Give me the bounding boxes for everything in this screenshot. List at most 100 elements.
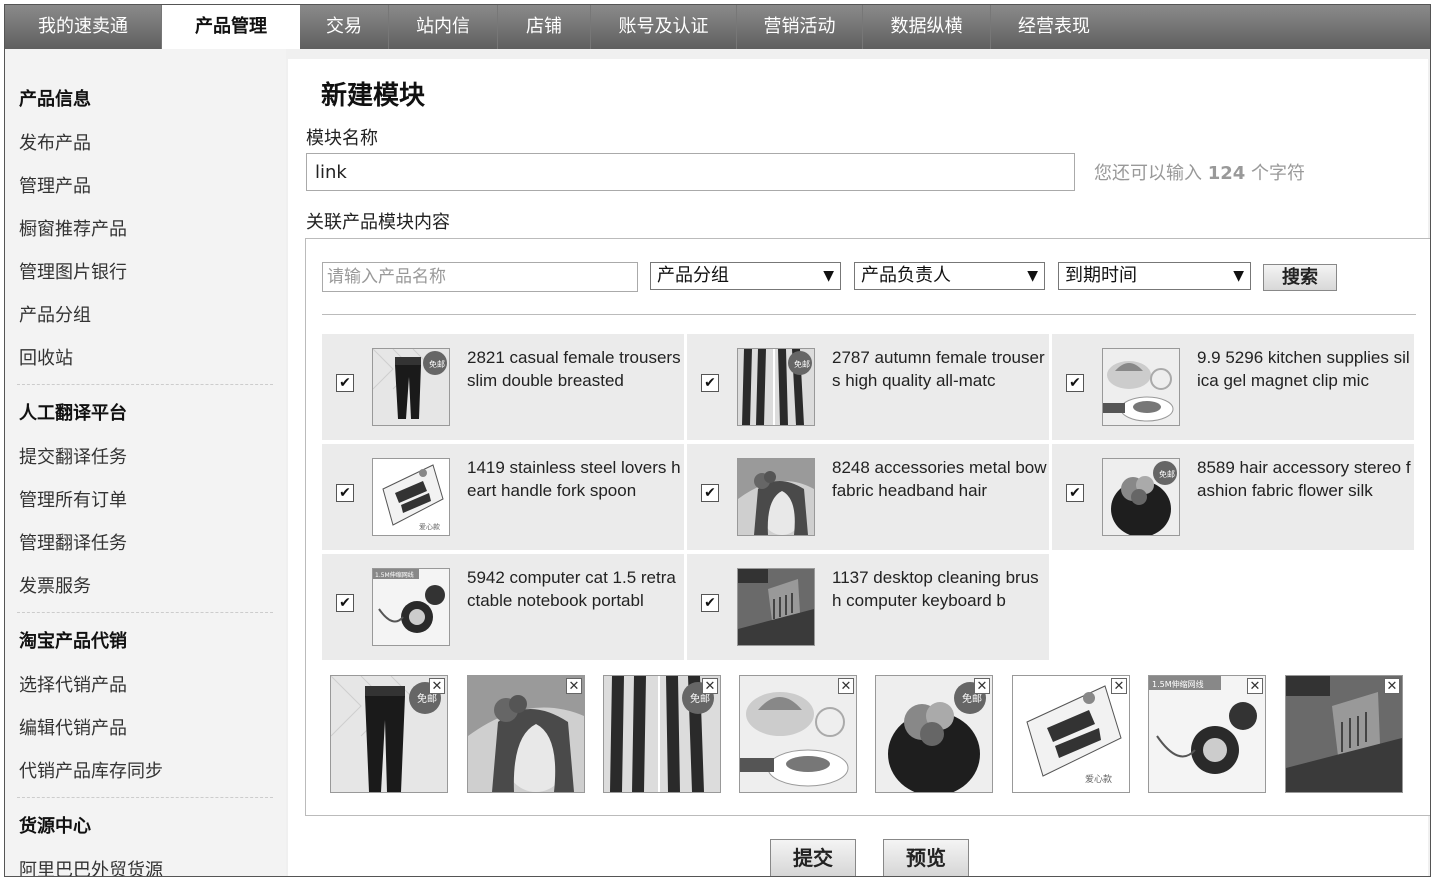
module-name-input[interactable]	[306, 153, 1075, 191]
sidebar-item-image-bank[interactable]: 管理图片银行	[19, 258, 127, 284]
product-thumbnail-legs: 免邮	[737, 348, 815, 426]
badge-free-text: 免邮	[794, 359, 810, 369]
product-checkbox[interactable]: ✔	[701, 484, 719, 502]
product-name-search-input[interactable]	[322, 262, 638, 292]
product-card[interactable]: ✔ 爱心款 1419 stainless steel lovers heart …	[322, 444, 684, 550]
remove-icon[interactable]: ✕	[1111, 678, 1127, 694]
sidebar-group-translation: 人工翻译平台	[19, 403, 127, 424]
related-content-label: 关联产品模块内容	[306, 212, 450, 233]
sidebar-item-select-consignment[interactable]: 选择代销产品	[19, 671, 127, 697]
tab-trade[interactable]: 交易	[300, 5, 389, 49]
sidebar-divider	[17, 384, 273, 385]
content-panel: 新建模块 模块名称 您还可以输入 124 个字符 关联产品模块内容 产品分组 ▼ …	[288, 59, 1430, 876]
product-thumbnail-spoon: 爱心款	[372, 458, 450, 536]
sidebar: 产品信息 发布产品 管理产品 橱窗推荐产品 管理图片银行 产品分组 回收站 人工…	[5, 49, 286, 876]
submit-button[interactable]: 提交	[770, 839, 856, 876]
product-checkbox[interactable]: ✔	[336, 594, 354, 612]
sidebar-item-stock-sync[interactable]: 代销产品库存同步	[19, 757, 163, 783]
product-thumbnail-flower: 免邮	[1102, 458, 1180, 536]
remove-icon[interactable]: ✕	[838, 678, 854, 694]
sidebar-item-showcase[interactable]: 橱窗推荐产品	[19, 215, 127, 241]
sidebar-group-taobao: 淘宝产品代销	[19, 631, 127, 652]
product-title: 2821 casual female trousers slim double …	[467, 348, 681, 390]
sidebar-divider	[17, 612, 273, 613]
tab-my-aliexpress[interactable]: 我的速卖通	[5, 5, 162, 49]
badge-free-text: 免邮	[1159, 469, 1175, 479]
sidebar-item-all-orders[interactable]: 管理所有订单	[19, 486, 127, 512]
dropdown-arrow-icon: ▼	[1027, 268, 1038, 284]
product-thumbnail-clip	[1102, 348, 1180, 426]
sidebar-item-alibaba-source[interactable]: 阿里巴巴外贸货源	[19, 856, 163, 876]
product-owner-value: 产品负责人	[861, 265, 951, 286]
sidebar-item-manage-products[interactable]: 管理产品	[19, 172, 91, 198]
product-thumbnail-cable: 1.5M伸缩网线	[372, 568, 450, 646]
badge-free-text: 免邮	[429, 359, 445, 369]
product-card[interactable]: ✔ 免邮 2787 autumn female trousers high qu…	[687, 334, 1049, 440]
product-card[interactable]: ✔ 8248 accessories metal bow fabric head…	[687, 444, 1049, 550]
product-checkbox[interactable]: ✔	[701, 594, 719, 612]
product-title: 2787 autumn female trousers high quality…	[832, 348, 1045, 390]
product-owner-select[interactable]: 产品负责人 ▼	[854, 262, 1045, 290]
sidebar-item-publish-product[interactable]: 发布产品	[19, 129, 91, 155]
badge-cable-text: 1.5M伸缩网线	[375, 571, 414, 579]
selected-item-cable[interactable]: 1.5M伸缩网线 ✕	[1148, 675, 1266, 793]
sidebar-item-invoice[interactable]: 发票服务	[19, 572, 91, 598]
top-nav: 我的速卖通 产品管理 交易 站内信 店铺 账号及认证 营销活动 数据纵横 经营表…	[5, 5, 1430, 49]
sidebar-item-submit-translation[interactable]: 提交翻译任务	[19, 443, 127, 469]
expire-time-value: 到期时间	[1065, 265, 1137, 286]
product-checkbox[interactable]: ✔	[701, 374, 719, 392]
product-card[interactable]: ✔ 免邮 2821 casual female trousers slim do…	[322, 334, 684, 440]
dropdown-arrow-icon: ▼	[1233, 268, 1244, 284]
divider	[322, 314, 1416, 315]
product-checkbox[interactable]: ✔	[336, 374, 354, 392]
selected-item-clip[interactable]: ✕	[739, 675, 857, 793]
tab-product-management[interactable]: 产品管理	[162, 5, 300, 49]
sidebar-divider	[17, 797, 273, 798]
tab-marketing[interactable]: 营销活动	[737, 5, 863, 49]
expire-time-select[interactable]: 到期时间 ▼	[1058, 262, 1251, 290]
product-checkbox[interactable]: ✔	[336, 484, 354, 502]
selected-item-girl[interactable]: ✕	[467, 675, 585, 793]
selected-item-spoon[interactable]: 爱心款 ✕	[1012, 675, 1130, 793]
preview-button[interactable]: 预览	[883, 839, 969, 876]
product-title: 5942 computer cat 1.5 retractable notebo…	[467, 568, 676, 610]
tab-account[interactable]: 账号及认证	[591, 5, 737, 49]
remove-icon[interactable]: ✕	[1247, 678, 1263, 694]
remove-icon[interactable]: ✕	[702, 678, 718, 694]
search-button[interactable]: 搜索	[1263, 264, 1337, 291]
product-checkbox[interactable]: ✔	[1066, 374, 1084, 392]
product-group-select[interactable]: 产品分组 ▼	[650, 262, 841, 290]
remove-icon[interactable]: ✕	[1384, 678, 1400, 694]
tab-store[interactable]: 店铺	[498, 5, 591, 49]
product-card[interactable]: ✔ 免邮 8589 hair accessory stereo fashion …	[1052, 444, 1414, 550]
product-group-value: 产品分组	[657, 265, 729, 286]
sidebar-item-recycle-bin[interactable]: 回收站	[19, 344, 73, 370]
product-title: 8589 hair accessory stereo fashion fabri…	[1197, 458, 1411, 500]
product-card[interactable]: ✔ 1137 desktop cleaning brush computer k…	[687, 554, 1049, 660]
product-title: 9.9 5296 kitchen supplies silica gel mag…	[1197, 348, 1410, 390]
remove-icon[interactable]: ✕	[566, 678, 582, 694]
sidebar-item-product-groups[interactable]: 产品分组	[19, 301, 91, 327]
sidebar-group-sourcing: 货源中心	[19, 816, 91, 837]
page-title: 新建模块	[321, 81, 426, 111]
main-area: 新建模块 模块名称 您还可以输入 124 个字符 关联产品模块内容 产品分组 ▼ …	[286, 49, 1430, 876]
product-title: 1137 desktop cleaning brush computer key…	[832, 568, 1039, 610]
product-thumbnail-girl	[737, 458, 815, 536]
sidebar-item-manage-translation[interactable]: 管理翻译任务	[19, 529, 127, 555]
tab-data[interactable]: 数据纵横	[863, 5, 991, 49]
product-card[interactable]: ✔ 1.5M伸缩网线 5942 computer cat 1.5 retract…	[322, 554, 684, 660]
product-checkbox[interactable]: ✔	[1066, 484, 1084, 502]
sidebar-item-edit-consignment[interactable]: 编辑代销产品	[19, 714, 127, 740]
selected-item-legs[interactable]: 免邮 ✕	[603, 675, 721, 793]
product-title: 8248 accessories metal bow fabric headba…	[832, 458, 1047, 500]
remove-icon[interactable]: ✕	[429, 678, 445, 694]
selected-item-brush[interactable]: ✕	[1285, 675, 1403, 793]
selected-item-trousers[interactable]: 免邮 ✕	[330, 675, 448, 793]
dropdown-arrow-icon: ▼	[823, 268, 834, 284]
tab-performance[interactable]: 经营表现	[991, 5, 1117, 49]
product-card[interactable]: ✔ 9.9 5296 kitchen supplies silica gel m…	[1052, 334, 1414, 440]
selected-item-flower[interactable]: 免邮 ✕	[875, 675, 993, 793]
badge-cable-text: 1.5M伸缩网线	[1152, 679, 1204, 689]
remove-icon[interactable]: ✕	[974, 678, 990, 694]
tab-messages[interactable]: 站内信	[389, 5, 498, 49]
